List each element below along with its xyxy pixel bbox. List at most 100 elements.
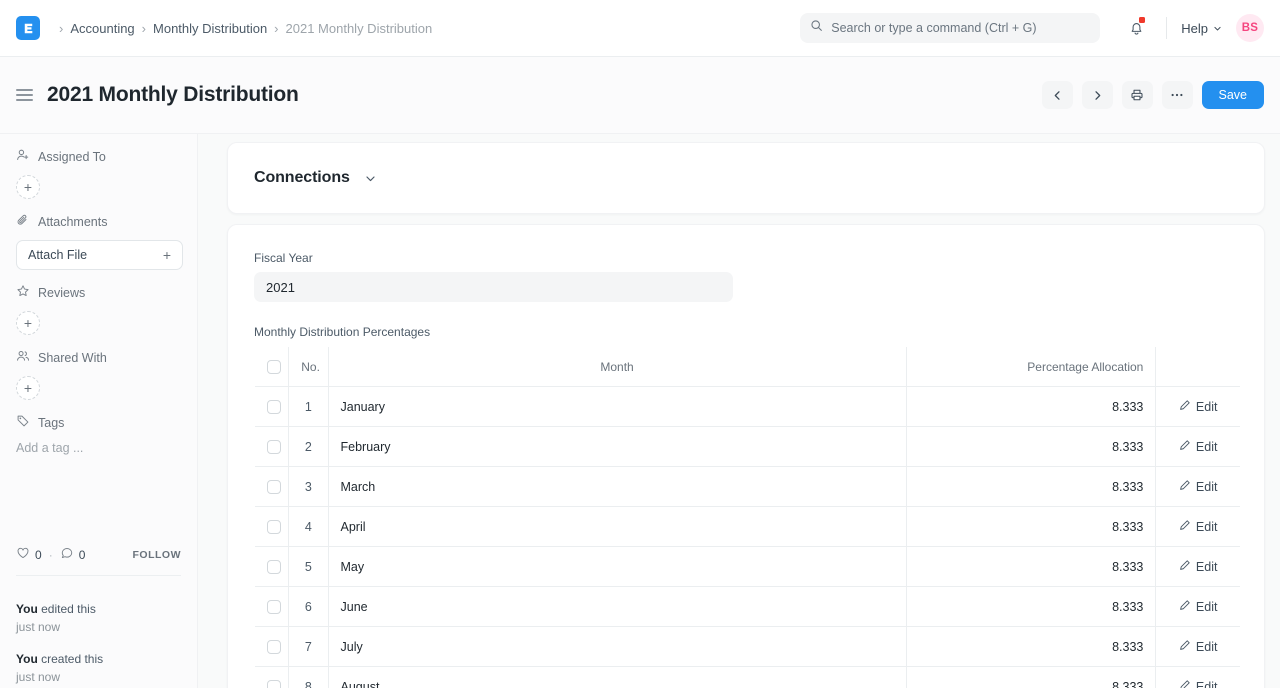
row-checkbox[interactable] (267, 600, 281, 614)
help-label: Help (1181, 21, 1208, 36)
activity-actor: You (16, 602, 38, 616)
row-checkbox[interactable] (267, 440, 281, 454)
attachments-header: Attachments (16, 213, 181, 230)
help-menu[interactable]: Help (1181, 21, 1222, 36)
like-stat[interactable]: 0 (16, 546, 42, 563)
row-percentage[interactable]: 8.333 (906, 547, 1156, 587)
row-percentage[interactable]: 8.333 (906, 587, 1156, 627)
chevron-down-icon[interactable] (364, 172, 377, 185)
table-row[interactable]: 3 March 8.333 Edit (255, 467, 1241, 507)
row-month[interactable]: March (328, 467, 906, 507)
more-actions-button[interactable] (1162, 81, 1193, 109)
table-body: 1 January 8.333 Edit (255, 387, 1241, 689)
edit-row-button[interactable]: Edit (1179, 639, 1218, 654)
row-index: 3 (289, 467, 328, 507)
table-row[interactable]: 6 June 8.333 Edit (255, 587, 1241, 627)
print-button[interactable] (1122, 81, 1153, 109)
form-sidebar: Assigned To + Attachments Attach File + (0, 134, 198, 688)
hamburger-icon[interactable] (16, 89, 33, 100)
like-count: 0 (35, 548, 42, 562)
chevron-down-icon (1213, 24, 1222, 33)
row-percentage[interactable]: 8.333 (906, 427, 1156, 467)
breadcrumb-item-accounting[interactable]: Accounting (70, 21, 134, 36)
table-row[interactable]: 5 May 8.333 Edit (255, 547, 1241, 587)
table-row[interactable]: 2 February 8.333 Edit (255, 427, 1241, 467)
breadcrumb-item-monthly-distribution[interactable]: Monthly Distribution (153, 21, 267, 36)
edit-row-button[interactable]: Edit (1179, 479, 1218, 494)
row-checkbox[interactable] (267, 680, 281, 688)
row-month[interactable]: April (328, 507, 906, 547)
shared-with-header: Shared With (16, 349, 181, 366)
avatar[interactable]: BS (1236, 14, 1264, 42)
row-select-cell (255, 627, 289, 667)
pencil-icon (1179, 439, 1191, 454)
row-percentage[interactable]: 8.333 (906, 627, 1156, 667)
row-checkbox[interactable] (267, 640, 281, 654)
edit-row-button[interactable]: Edit (1179, 399, 1218, 414)
edit-row-button[interactable]: Edit (1179, 559, 1218, 574)
add-share-button[interactable]: + (16, 376, 40, 400)
row-percentage[interactable]: 8.333 (906, 507, 1156, 547)
row-percentage[interactable]: 8.333 (906, 667, 1156, 689)
row-edit-cell: Edit (1156, 547, 1241, 587)
row-checkbox[interactable] (267, 520, 281, 534)
row-month[interactable]: July (328, 627, 906, 667)
row-month[interactable]: August (328, 667, 906, 689)
table-row[interactable]: 1 January 8.333 Edit (255, 387, 1241, 427)
row-checkbox[interactable] (267, 400, 281, 414)
activity-time: just now (16, 668, 187, 686)
star-icon (16, 284, 30, 301)
row-month[interactable]: February (328, 427, 906, 467)
row-select-cell (255, 507, 289, 547)
page-header: 2021 Monthly Distribution (0, 57, 1280, 134)
row-month[interactable]: June (328, 587, 906, 627)
row-edit-cell: Edit (1156, 387, 1241, 427)
fiscal-year-input[interactable]: 2021 (254, 272, 733, 302)
edit-row-button[interactable]: Edit (1179, 599, 1218, 614)
row-percentage[interactable]: 8.333 (906, 467, 1156, 507)
connections-title: Connections (254, 169, 350, 187)
sidebar-section-shared-with: Shared With + (16, 349, 181, 400)
add-review-button[interactable]: + (16, 311, 40, 335)
table-row[interactable]: 4 April 8.333 Edit (255, 507, 1241, 547)
grid-label: Monthly Distribution Percentages (254, 325, 1238, 339)
edit-label: Edit (1196, 640, 1218, 654)
breadcrumb: › Accounting › Monthly Distribution › 20… (52, 21, 432, 36)
edit-label: Edit (1196, 520, 1218, 534)
table-row[interactable]: 8 August 8.333 Edit (255, 667, 1241, 689)
follow-button[interactable]: FOLLOW (133, 549, 182, 561)
row-checkbox[interactable] (267, 560, 281, 574)
previous-document-button[interactable] (1042, 81, 1073, 109)
table-row[interactable]: 7 July 8.333 Edit (255, 627, 1241, 667)
monthly-distribution-table: No. Month Percentage Allocation 1 Januar… (254, 346, 1241, 688)
attachments-label: Attachments (38, 215, 107, 229)
row-edit-cell: Edit (1156, 507, 1241, 547)
edit-row-button[interactable]: Edit (1179, 439, 1218, 454)
add-assignment-button[interactable]: + (16, 175, 40, 199)
activity-item: You created this just now (16, 650, 187, 686)
notification-badge (1139, 17, 1145, 23)
row-checkbox[interactable] (267, 480, 281, 494)
next-document-button[interactable] (1082, 81, 1113, 109)
row-percentage[interactable]: 8.333 (906, 387, 1156, 427)
edit-row-button[interactable]: Edit (1179, 519, 1218, 534)
add-tag-input[interactable]: Add a tag ... (16, 441, 181, 455)
pencil-icon (1179, 479, 1191, 494)
search-icon (810, 19, 823, 37)
erpnext-logo-icon[interactable] (16, 16, 40, 40)
notifications-button[interactable] (1120, 12, 1152, 44)
comment-stat[interactable]: 0 (60, 546, 86, 563)
search-input[interactable]: Search or type a command (Ctrl + G) (800, 13, 1100, 43)
row-month[interactable]: May (328, 547, 906, 587)
connections-card[interactable]: Connections (227, 142, 1265, 214)
users-icon (16, 349, 30, 366)
row-month[interactable]: January (328, 387, 906, 427)
row-select-cell (255, 547, 289, 587)
save-button[interactable]: Save (1202, 81, 1265, 109)
edit-row-button[interactable]: Edit (1179, 679, 1218, 688)
column-header-no: No. (289, 347, 328, 387)
sidebar-section-reviews: Reviews + (16, 284, 181, 335)
select-all-checkbox[interactable] (267, 360, 281, 374)
attach-file-button[interactable]: Attach File + (16, 240, 183, 270)
paperclip-icon (16, 213, 30, 230)
